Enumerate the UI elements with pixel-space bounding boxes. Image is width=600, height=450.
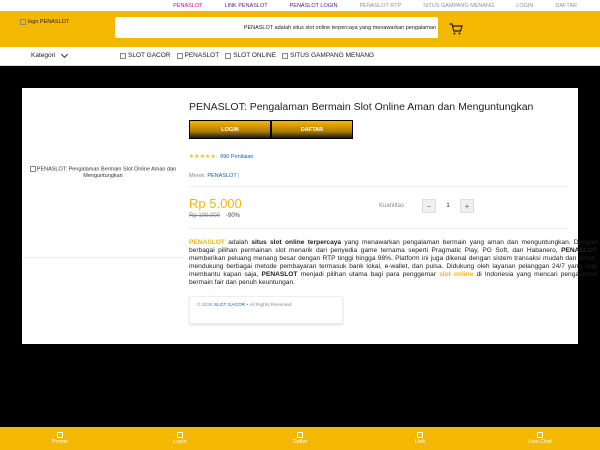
old-price: Rp 100.000 bbox=[189, 213, 221, 219]
toplink-penaslot-login[interactable]: PENASLOT LOGIN bbox=[279, 3, 349, 9]
chevron-down-icon bbox=[61, 50, 69, 58]
discount-badge: -90% bbox=[226, 213, 241, 219]
brand-info: Merek: PENASLOT | bbox=[189, 173, 240, 179]
brand-highlight: PENASLOT bbox=[189, 239, 225, 246]
kategori-label: Kategori bbox=[31, 52, 56, 59]
nav-link-penaslot[interactable]: PENASLOT bbox=[176, 52, 219, 59]
copyright-box: © 2025 SLOT GACOR • All Rights Reserved. bbox=[189, 296, 343, 324]
login-icon bbox=[177, 432, 183, 438]
toplink-penaslot-rtp[interactable]: PENASLOT RTP bbox=[349, 3, 413, 9]
search-text: PENASLOT adalah situs slot online terper… bbox=[243, 24, 436, 31]
bottom-nav-daftar[interactable]: Daftar bbox=[240, 427, 360, 450]
toplink-situs-gampang-menang[interactable]: SITUS GAMPANG MENANG bbox=[412, 3, 505, 9]
bottom-nav-label: Daftar bbox=[292, 439, 308, 445]
bottom-nav-label: Login bbox=[173, 439, 187, 445]
broken-image-icon bbox=[120, 52, 126, 59]
desc-bold: PENASLOT bbox=[561, 247, 597, 255]
bottom-nav: Promo Login Daftar Link Live Chat bbox=[0, 427, 600, 450]
toplink-penaslot[interactable]: PENASLOT bbox=[162, 3, 213, 9]
login-button[interactable]: LOGIN bbox=[189, 120, 271, 139]
category-nav: Kategori SLOT GACOR PENASLOT SLOT ONLINE… bbox=[0, 47, 600, 66]
quantity-label: Kuantitas bbox=[379, 203, 405, 209]
cart-icon[interactable] bbox=[449, 23, 463, 35]
daftar-icon bbox=[297, 432, 303, 438]
daftar-button[interactable]: DAFTAR bbox=[271, 120, 353, 139]
product-price: Rp 5.000 bbox=[189, 196, 242, 211]
bottom-nav-label: Live Chat bbox=[528, 439, 552, 445]
toplink-login[interactable]: LOGIN bbox=[505, 3, 544, 9]
nav-link-slot-online[interactable]: SLOT ONLINE bbox=[225, 52, 276, 59]
promo-icon bbox=[57, 432, 63, 438]
broken-image-icon bbox=[29, 166, 36, 173]
bottom-nav-live-chat[interactable]: Live Chat bbox=[480, 427, 600, 450]
quantity-value[interactable]: 1 bbox=[436, 203, 460, 209]
nav-links: SLOT GACOR PENASLOT SLOT ONLINE SITUS GA… bbox=[120, 52, 374, 59]
desc-bold: PENASLOT bbox=[261, 271, 298, 279]
product-title: PENASLOT: Pengalaman Bermain Slot Online… bbox=[189, 101, 534, 113]
toplink-daftar[interactable]: DAFTAR bbox=[544, 3, 588, 9]
link-icon bbox=[417, 432, 423, 438]
broken-image-icon bbox=[176, 52, 183, 59]
product-description: PENASLOT adalah situs slot online terper… bbox=[189, 239, 597, 288]
merek-label: Merek: bbox=[189, 173, 206, 179]
quantity-stepper: − 1 + bbox=[422, 199, 474, 213]
rating-count[interactable]: 990 Penilaian bbox=[220, 154, 253, 160]
product-image: PENASLOT: Pengalaman Bermain Slot Online… bbox=[22, 88, 184, 258]
bottom-nav-login[interactable]: Login bbox=[120, 427, 240, 450]
bottom-nav-label: Link bbox=[414, 439, 426, 445]
star-rating-icon: ★★★★★ bbox=[189, 154, 217, 160]
bottom-nav-link[interactable]: Link bbox=[360, 427, 480, 450]
copyright-text: © 2025 bbox=[197, 303, 214, 308]
broken-image-icon bbox=[225, 52, 232, 59]
copyright-suffix: • All Rights Reserved. bbox=[245, 303, 293, 308]
kategori-dropdown[interactable]: Kategori bbox=[31, 50, 69, 59]
toplink-link-penaslot[interactable]: LINK PENASLOT bbox=[214, 3, 279, 9]
divider bbox=[189, 228, 569, 229]
minus-icon[interactable]: − bbox=[422, 199, 436, 213]
chat-icon bbox=[537, 432, 543, 438]
broken-image-icon bbox=[20, 19, 26, 25]
merek-separator: | bbox=[238, 173, 240, 179]
desc-text: adalah bbox=[224, 239, 252, 246]
nav-link-situs-gampang-menang[interactable]: SITUS GAMPANG MENANG bbox=[282, 52, 374, 59]
desc-text: menjadi pilihan utama bagi para penggema… bbox=[297, 271, 440, 279]
divider bbox=[189, 186, 569, 187]
bottom-nav-promo[interactable]: Promo bbox=[0, 427, 120, 450]
site-logo[interactable]: logo PENASLOT bbox=[20, 19, 69, 25]
plus-icon[interactable]: + bbox=[460, 199, 474, 213]
site-header: logo PENASLOT PENASLOT adalah situs slot… bbox=[0, 11, 600, 47]
search-input[interactable]: PENASLOT adalah situs slot online terper… bbox=[115, 17, 438, 38]
slot-online-link[interactable]: slot online bbox=[439, 271, 473, 278]
top-link-bar: PENASLOT LINK PENASLOT PENASLOT LOGIN PE… bbox=[0, 0, 600, 11]
merek-link[interactable]: PENASLOT bbox=[207, 173, 236, 179]
footer-link[interactable]: SLOT GACOR bbox=[214, 303, 245, 308]
product-panel: PENASLOT: Pengalaman Bermain Slot Online… bbox=[22, 88, 597, 344]
nav-link-slot-gacor[interactable]: SLOT GACOR bbox=[120, 52, 171, 59]
product-image-alt: PENASLOT: Pengalaman Bermain Slot Online… bbox=[36, 166, 177, 179]
broken-image-icon bbox=[282, 52, 289, 59]
logo-alt-text: logo PENASLOT bbox=[28, 19, 70, 25]
bottom-nav-label: Promo bbox=[51, 439, 69, 445]
rating: ★★★★★ 990 Penilaian bbox=[189, 154, 254, 160]
desc-bold: situs slot online terpercaya bbox=[251, 239, 342, 246]
